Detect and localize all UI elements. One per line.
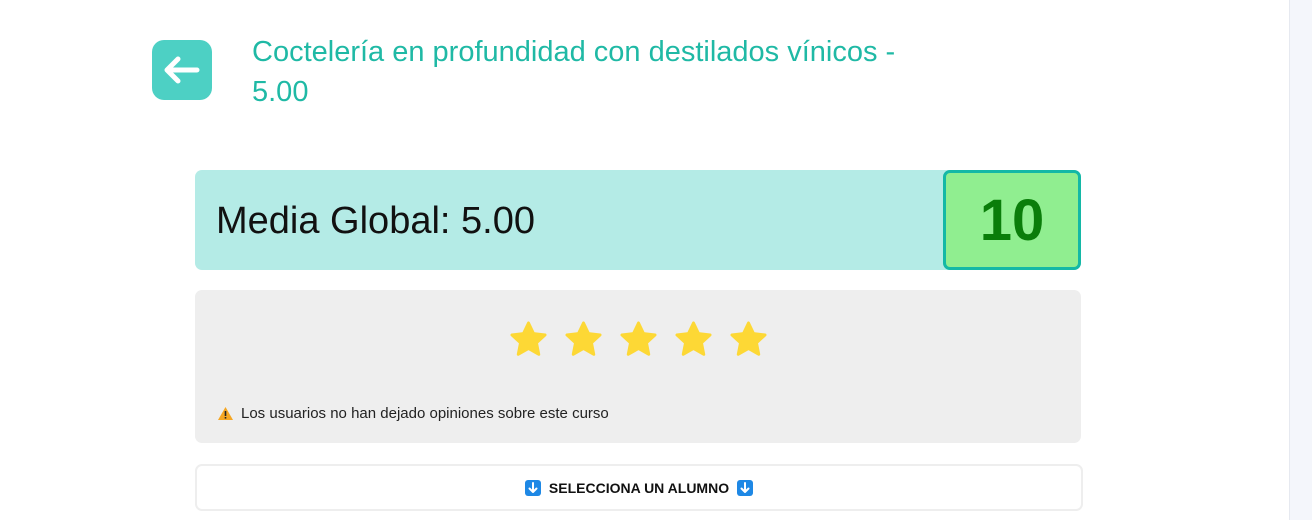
star-icon <box>674 321 712 356</box>
arrow-left-icon <box>164 56 200 84</box>
page-title: Coctelería en profundidad con destilados… <box>252 36 896 108</box>
star-icon <box>509 321 547 356</box>
star-rating <box>195 319 1081 361</box>
rating-card: Los usuarios no han dejado opiniones sob… <box>195 290 1081 443</box>
down-arrow-icon <box>737 479 754 496</box>
back-button[interactable] <box>152 40 212 100</box>
select-student-button[interactable]: SELECCIONA UN ALUMNO <box>195 464 1083 511</box>
star-icon <box>729 321 767 356</box>
course-ratings-page: Coctelería en profundidad con destilados… <box>0 0 1312 520</box>
star-icon <box>619 321 657 356</box>
warning-icon <box>218 407 233 420</box>
down-arrow-icon <box>524 479 541 496</box>
global-average-label: Media Global: 5.00 <box>216 200 535 242</box>
global-average-bar: Media Global: 5.00 10 <box>195 170 1081 270</box>
no-reviews-text: Los usuarios no han dejado opiniones sob… <box>241 405 609 422</box>
score-badge: 10 <box>943 170 1081 270</box>
scrollbar-track[interactable] <box>1289 0 1312 520</box>
select-student-label: SELECCIONA UN ALUMNO <box>548 479 730 496</box>
star-icon <box>564 321 602 356</box>
no-reviews-notice: Los usuarios no han dejado opiniones sob… <box>217 405 609 422</box>
